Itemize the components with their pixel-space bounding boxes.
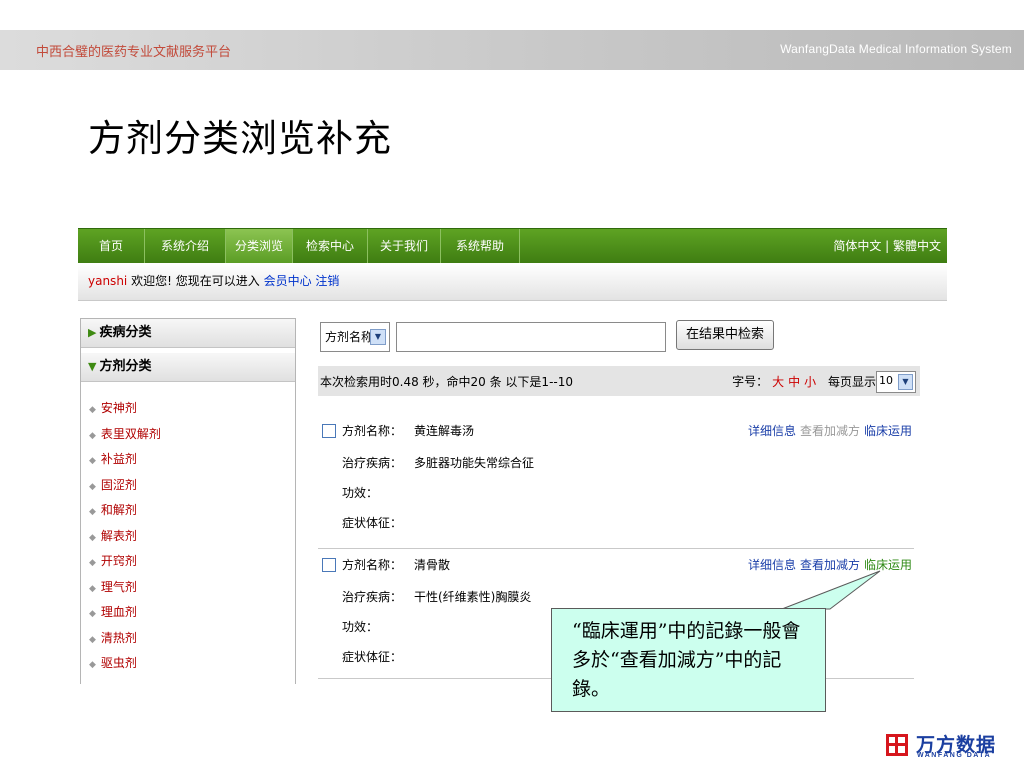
wanfang-logo: 万方数据 WANFANG DATA: [886, 730, 1018, 760]
wanfang-logo-mark: [886, 734, 908, 756]
callout-note: “臨床運用”中的記錄一般會多於“查看加減方”中的記錄。: [551, 608, 826, 712]
logo-english-text: WANFANG DATA: [917, 752, 992, 759]
callout-pointer: [781, 570, 881, 610]
